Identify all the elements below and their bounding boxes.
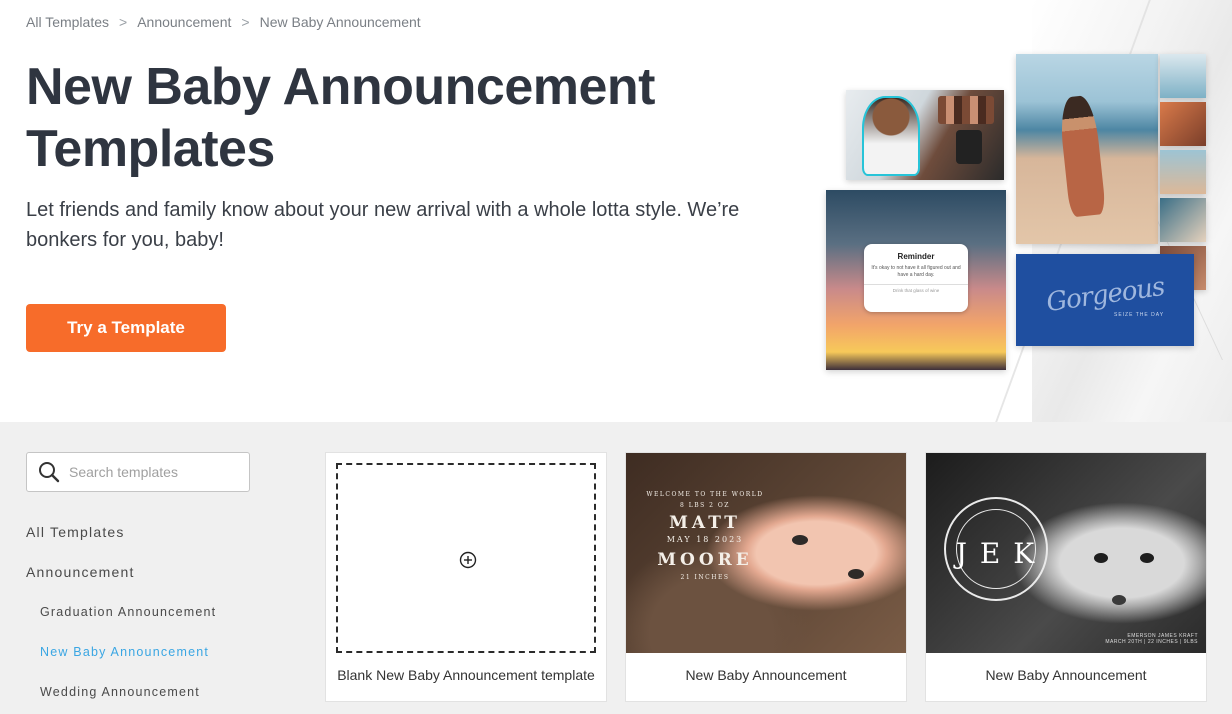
template-card-baby-2[interactable]: J E K EMERSON JAMES KRAFT MARCH 20TH | 2… — [925, 452, 1207, 702]
sidebar-item-graduation-announcement[interactable]: Graduation Announcement — [26, 602, 216, 642]
plus-circle-icon — [459, 551, 477, 569]
reminder-card: Reminder It's okay to not have it all fi… — [864, 244, 968, 312]
baby-photo-1: WELCOME TO THE WORLD 8 LBS 2 OZ MATT MAY… — [626, 453, 906, 653]
thumbnail-strip-4 — [1160, 198, 1206, 242]
breadcrumb-all-templates[interactable]: All Templates — [26, 14, 109, 30]
category-sidebar: All Templates Announcement Graduation An… — [26, 522, 216, 714]
overlay-length: 21 INCHES — [680, 574, 730, 581]
thumbnail-strip-2 — [1160, 102, 1206, 146]
woman-photo — [862, 96, 920, 176]
search-icon — [39, 462, 60, 483]
hero-section: All Templates > Announcement > New Baby … — [0, 0, 1232, 422]
page-title: New Baby Announcement Templates — [26, 58, 656, 178]
sidebar-item-announcement[interactable]: Announcement — [26, 562, 216, 602]
sidebar-item-wedding-announcement[interactable]: Wedding Announcement — [26, 682, 216, 714]
beach-photo-tile — [1016, 54, 1158, 244]
sidebar-item-new-baby-announcement[interactable]: New Baby Announcement — [26, 642, 216, 682]
blank-dashed-box — [336, 463, 596, 653]
overlay-footer: EMERSON JAMES KRAFT MARCH 20TH | 22 INCH… — [1105, 633, 1198, 645]
overlay-welcome: WELCOME TO THE WORLD — [646, 491, 764, 498]
announcement-overlay-text: WELCOME TO THE WORLD 8 LBS 2 OZ MATT MAY… — [640, 491, 770, 581]
baby-eye — [1140, 553, 1154, 563]
gorgeous-tagline: SEIZE THE DAY — [1114, 312, 1165, 318]
card-caption: Blank New Baby Announcement template — [337, 667, 595, 683]
overlay-weight: 8 LBS 2 OZ — [680, 502, 730, 509]
breadcrumb-separator: > — [119, 14, 128, 30]
reminder-body: It's okay to not have it all figured out… — [871, 265, 961, 278]
overlay-first-name: MATT — [669, 513, 741, 533]
baby-eye — [1094, 553, 1108, 563]
sunset-reminder-tile: Reminder It's okay to not have it all fi… — [826, 190, 1006, 370]
card-caption: New Baby Announcement — [985, 667, 1147, 683]
blank-template-preview — [326, 453, 606, 653]
breadcrumb: All Templates > Announcement > New Baby … — [26, 14, 421, 30]
template-card-blank[interactable]: Blank New Baby Announcement template — [325, 452, 607, 702]
thumbnail-strip-3 — [1160, 150, 1206, 194]
overlay-footer-details: MARCH 20TH | 22 INCHES | 9LBS — [1105, 639, 1198, 645]
baby-mouth — [1112, 595, 1126, 605]
reminder-title: Reminder — [897, 252, 935, 261]
overlay-last-name: MOORE — [657, 550, 753, 570]
template-card-baby-1[interactable]: WELCOME TO THE WORLD 8 LBS 2 OZ MATT MAY… — [625, 452, 907, 702]
breadcrumb-separator: > — [241, 14, 250, 30]
makeup-photo-tile — [846, 90, 1004, 180]
monogram-letters: J E K — [955, 537, 1037, 570]
sidebar-item-all-templates[interactable]: All Templates — [26, 522, 216, 562]
breadcrumb-current[interactable]: New Baby Announcement — [260, 14, 421, 30]
page-subtitle: Let friends and family know about your n… — [26, 199, 740, 251]
search-box[interactable] — [26, 452, 250, 492]
hero-collage: Reminder It's okay to not have it all fi… — [826, 52, 1206, 372]
thumbnail-strip-1 — [1160, 54, 1206, 98]
breadcrumb-announcement[interactable]: Announcement — [137, 14, 231, 30]
perfume-bottle — [956, 130, 982, 164]
baby-eye — [792, 535, 808, 545]
card-caption: New Baby Announcement — [685, 667, 847, 683]
eyeshadow-palette — [938, 96, 994, 124]
try-template-button[interactable]: Try a Template — [26, 304, 226, 352]
templates-section: All Templates Announcement Graduation An… — [0, 422, 1232, 714]
baby-photo-2: J E K EMERSON JAMES KRAFT MARCH 20TH | 2… — [926, 453, 1206, 653]
gorgeous-tile: Gorgeous SEIZE THE DAY — [1016, 254, 1194, 346]
reminder-footer: Drink that glass of wine — [864, 284, 968, 293]
beach-woman — [1057, 94, 1107, 218]
baby-eye — [848, 569, 864, 579]
overlay-date: MAY 18 2023 — [666, 535, 744, 544]
search-input[interactable] — [69, 464, 239, 480]
